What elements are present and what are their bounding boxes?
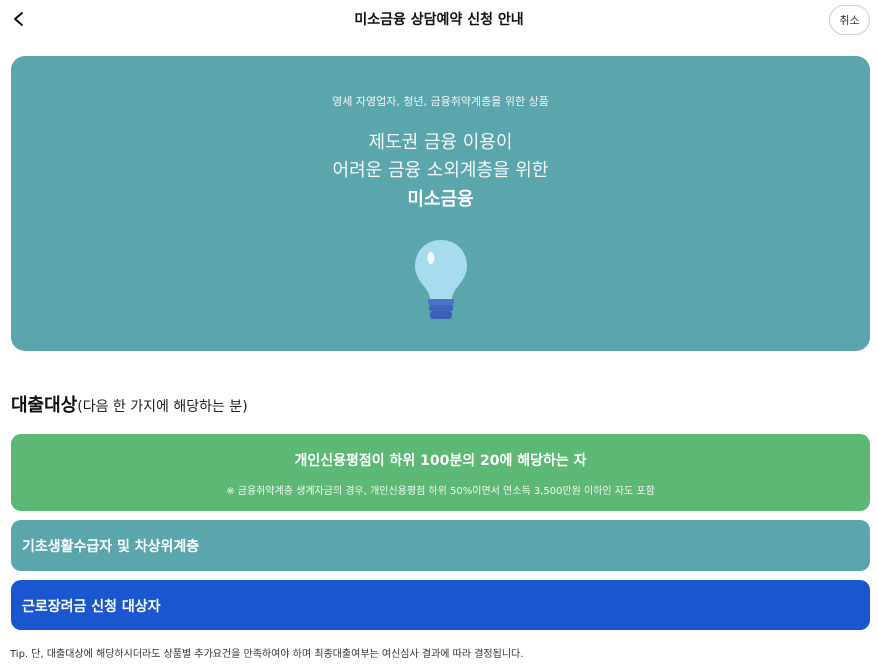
section-title-note: (다음 한 가지에 해당하는 분): [77, 399, 248, 415]
hero-product-name: 미소금융: [407, 189, 474, 210]
section-title: 대출대상(다음 한 가지에 해당하는 분): [11, 391, 248, 417]
hero-subtitle: 영세 자영업자, 청년, 금융취약계층을 위한 상품: [332, 95, 549, 108]
hero-headline-line1: 제도권 금융 이용이: [368, 132, 513, 153]
hero-headline-line2: 어려운 금융 소외계층을 위한: [332, 160, 549, 181]
target-credit-score-card[interactable]: 개인신용평점이 하위 100분의 20에 해당하는 자 ※ 금융취약계층 생계자…: [11, 434, 870, 511]
lightbulb-icon: [415, 240, 467, 319]
target-basic-living-card[interactable]: 기초생활수급자 및 차상위계층: [11, 520, 870, 571]
hero-banner: 영세 자영업자, 청년, 금융취약계층을 위한 상품 제도권 금융 이용이 어려…: [11, 56, 870, 351]
page-title: 미소금융 상담예약 신청 안내: [354, 12, 524, 28]
top-bar: 미소금융 상담예약 신청 안내 취소: [0, 0, 878, 40]
target-credit-score-note: ※ 금융취약계층 생계자금의 경우, 개인신용평점 하위 50%이면서 연소득 …: [226, 486, 655, 497]
cancel-button[interactable]: 취소: [829, 5, 870, 35]
target-credit-score-label: 개인신용평점이 하위 100분의 20에 해당하는 자: [294, 453, 587, 469]
section-title-main: 대출대상: [11, 395, 78, 416]
target-work-incentive-label: 근로장려금 신청 대상자: [22, 599, 161, 615]
target-basic-living-label: 기초생활수급자 및 차상위계층: [22, 539, 200, 555]
tip-text: Tip. 단, 대출대상에 해당하시더라도 상품별 추가요건을 만족하여야 하며…: [10, 649, 524, 660]
target-work-incentive-card[interactable]: 근로장려금 신청 대상자: [11, 580, 870, 630]
